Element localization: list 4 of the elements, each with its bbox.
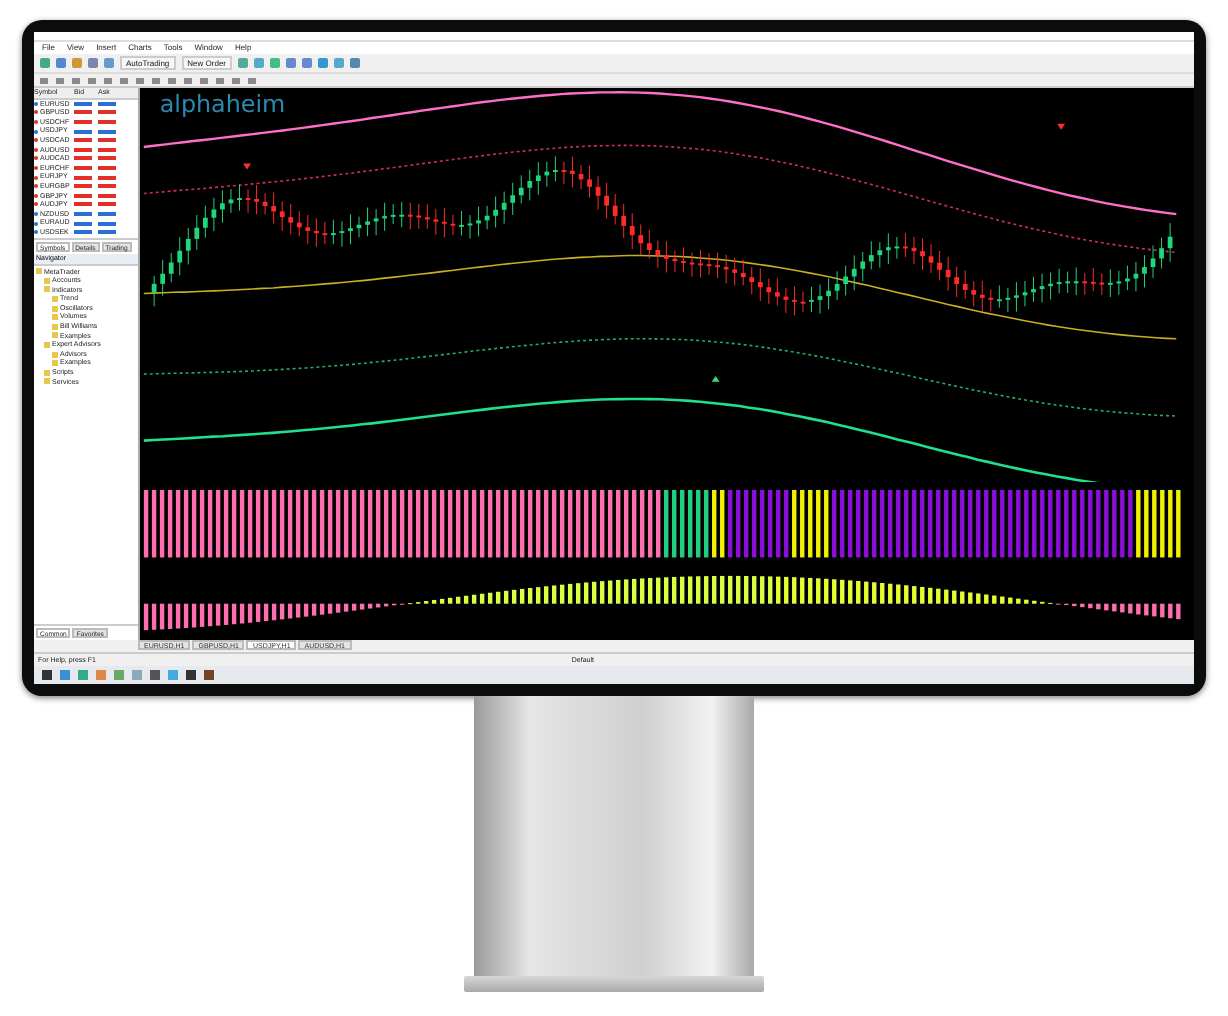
sell-arrow-icon xyxy=(243,163,251,170)
logo-text: alphaheim xyxy=(159,89,286,118)
buy-arrow-icon xyxy=(711,375,720,382)
sell-arrow-icon xyxy=(1057,123,1066,130)
